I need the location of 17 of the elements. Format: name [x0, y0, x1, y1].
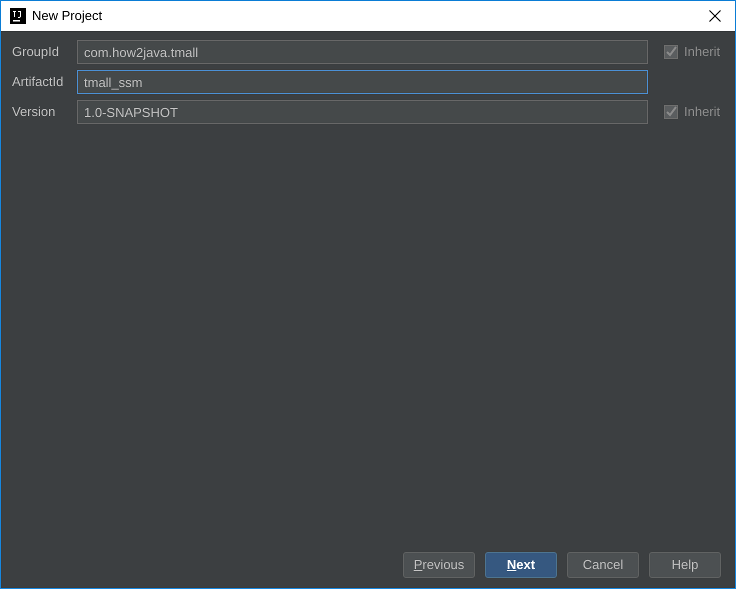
checkbox-label: Inherit: [684, 103, 720, 122]
text-field[interactable]: 1.0-SNAPSHOT: [77, 100, 648, 124]
checkbox[interactable]: [664, 45, 678, 59]
dialog-button[interactable]: Previous: [403, 552, 475, 578]
text-field[interactable]: tmall_ssm: [77, 70, 648, 94]
field-label: Version: [12, 103, 56, 122]
app-logo-icon: [10, 8, 26, 24]
dialog-button[interactable]: Help: [649, 552, 721, 578]
field-label: ArtifactId: [12, 73, 64, 92]
dialog-button[interactable]: Next: [485, 552, 557, 578]
checkbox[interactable]: [664, 105, 678, 119]
dialog-button[interactable]: Cancel: [567, 552, 639, 578]
window-title: New Project: [32, 7, 102, 26]
close-icon: [709, 10, 721, 22]
field-label: GroupId: [12, 43, 60, 62]
checkbox-label: Inherit: [684, 43, 720, 62]
text-field[interactable]: com.how2java.tmall: [77, 40, 648, 64]
